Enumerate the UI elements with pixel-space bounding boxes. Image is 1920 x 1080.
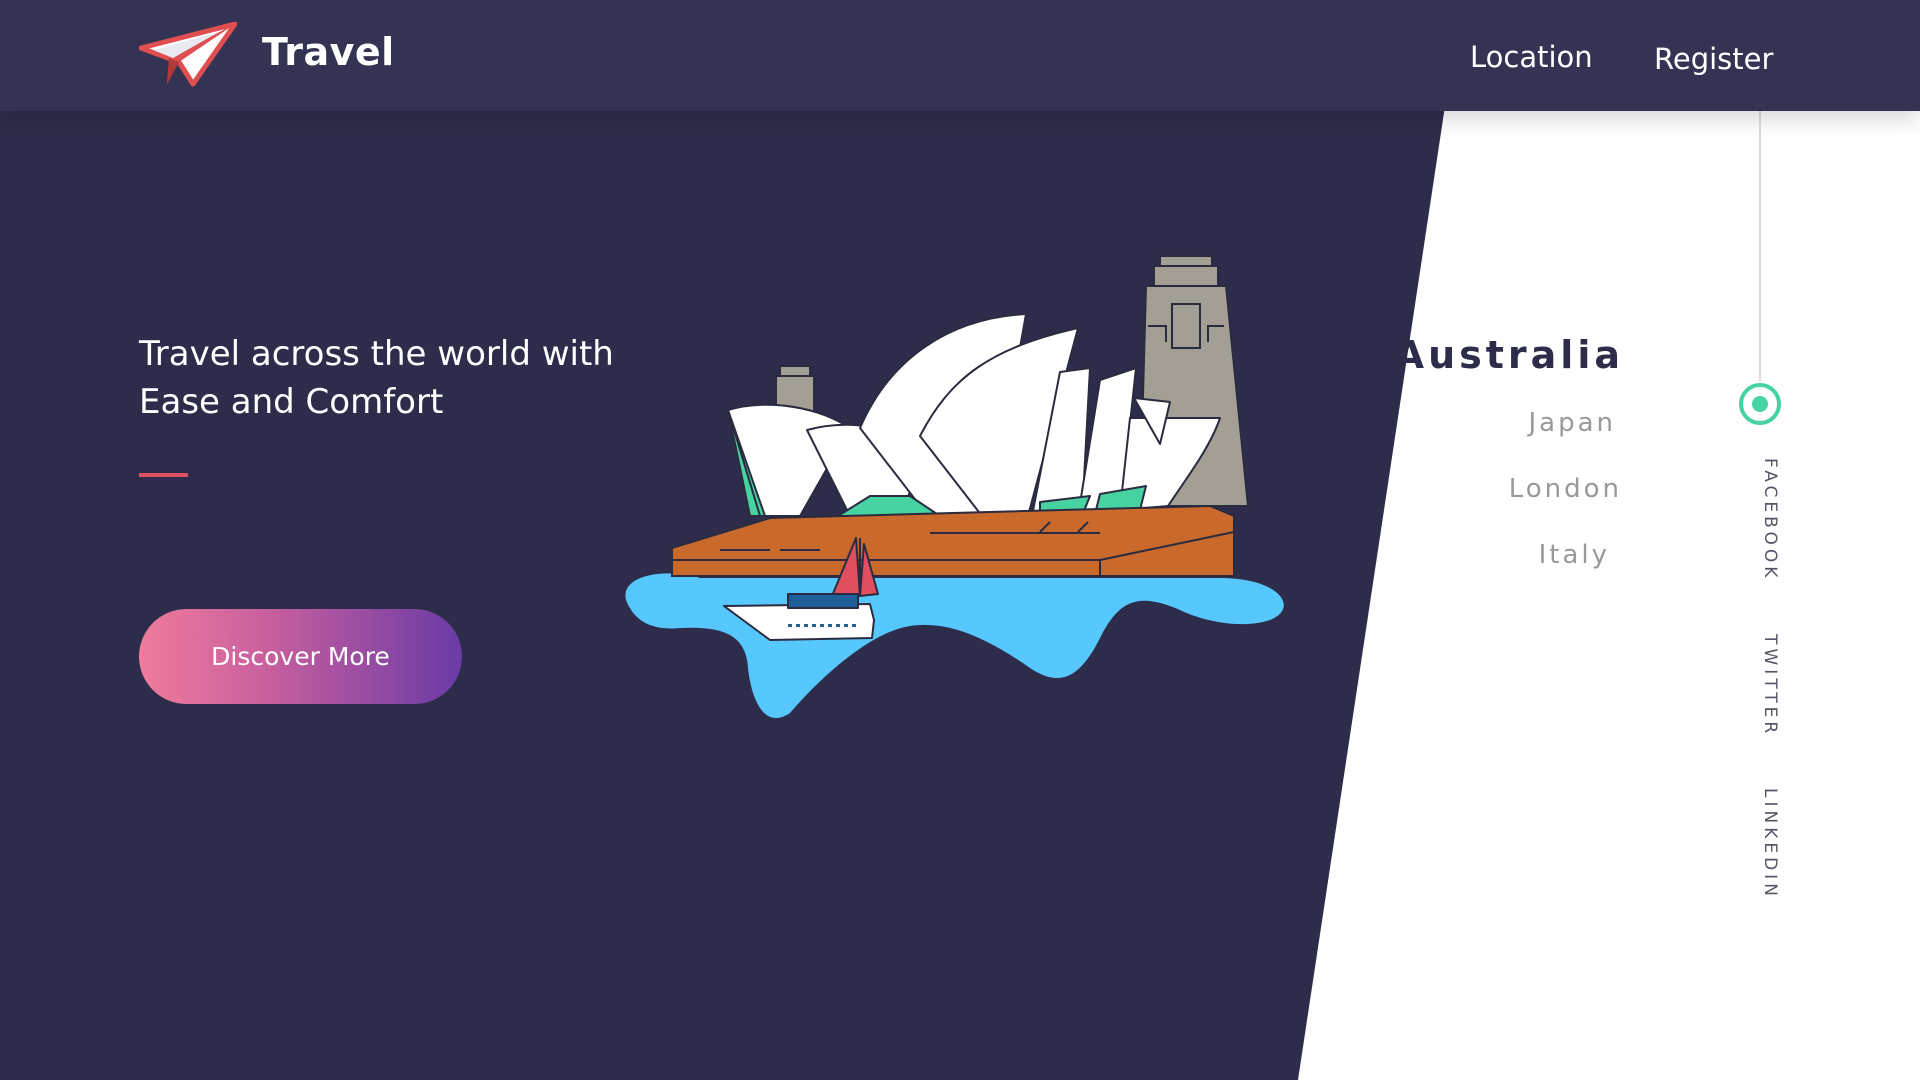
header: Travel Location Register <box>0 0 1920 111</box>
location-japan[interactable]: Japan <box>1528 408 1616 438</box>
nav-location-link[interactable]: Location <box>1470 40 1593 74</box>
nav-register-link[interactable]: Register <box>1654 42 1773 76</box>
discover-more-button[interactable]: Discover More <box>139 609 462 704</box>
paper-plane-icon[interactable] <box>139 22 237 88</box>
active-indicator-icon <box>1739 383 1781 425</box>
indicator-dot <box>1752 396 1768 412</box>
progress-line <box>1759 111 1761 381</box>
social-twitter-link[interactable]: TWITTER <box>1760 634 1780 737</box>
accent-divider <box>139 473 188 477</box>
brand-name[interactable]: Travel <box>262 30 395 74</box>
page: Travel Location Register Travel across t… <box>0 0 1920 1080</box>
location-australia[interactable]: Australia <box>1395 333 1624 377</box>
water-shape <box>625 573 1284 719</box>
hero-title: Travel across the world with Ease and Co… <box>139 334 614 422</box>
social-facebook-link[interactable]: FACEBOOK <box>1760 458 1780 581</box>
location-italy[interactable]: Italy <box>1539 540 1610 570</box>
location-london[interactable]: London <box>1509 474 1622 504</box>
social-linkedin-link[interactable]: LINKEDIN <box>1760 788 1780 900</box>
opera-house-illustration <box>625 255 1284 719</box>
